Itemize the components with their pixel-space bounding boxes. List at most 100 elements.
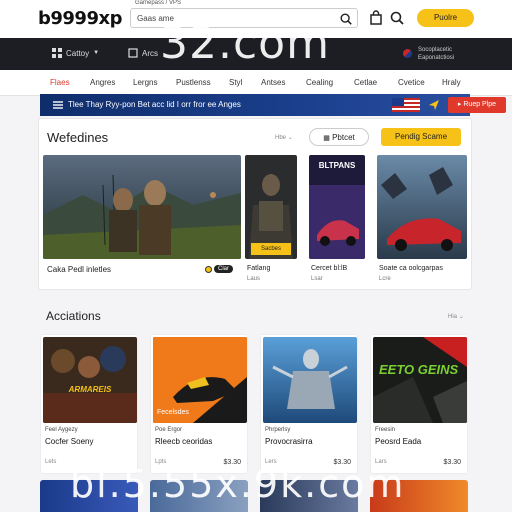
game-art-image <box>263 337 357 423</box>
category-label: Cattoy <box>66 48 90 58</box>
game-card-1-rating: Lets <box>45 459 57 465</box>
featured-card-2-sub: Lsar <box>311 276 323 282</box>
category-bar: Cattoy ▼ Arcs Socoplacetic Eaponatctiosi <box>0 38 512 70</box>
search-box[interactable] <box>130 8 358 28</box>
search-area: Gamepass / VPS <box>130 0 360 34</box>
featured-main-rating: Clar <box>205 265 234 273</box>
tag-label: Sacbes <box>260 246 281 252</box>
game-art-image <box>373 337 467 423</box>
game-card-3-image <box>263 337 357 423</box>
game-card-4[interactable]: EETO GEINS Freesin Peosrd Eada Lars $3.3… <box>370 334 468 474</box>
game-card-3-rating: Lers <box>265 459 277 465</box>
nav-item-pustlenss[interactable]: Pustlenss <box>176 78 211 87</box>
nav-item-antses[interactable]: Antses <box>261 78 285 87</box>
nav-item-angres[interactable]: Angres <box>90 78 115 87</box>
featured-main-caption: Caka Pedl inletles <box>47 265 112 274</box>
featured-card-3-image[interactable] <box>377 155 467 259</box>
game-art-image <box>309 155 365 259</box>
featured-card-2-image[interactable]: BLTPANS <box>309 155 365 259</box>
chevron-down-icon: ▼ <box>93 50 100 56</box>
game-card-5-partial[interactable] <box>40 480 138 512</box>
account-line1: Socoplacetic <box>418 47 453 53</box>
account-info[interactable]: Socoplacetic Eaponatctiosi <box>418 46 454 62</box>
game-card-4-line2: Peosrd Eada <box>375 437 422 446</box>
top-bar: b9999xp Gamepass / VPS Puolre <box>0 0 512 38</box>
featured-sort[interactable]: Hbe ⌄ <box>275 134 293 141</box>
send-icon[interactable] <box>428 99 440 111</box>
grid-icon: ▦ <box>323 135 330 142</box>
flag-icon <box>392 98 420 112</box>
featured-card-3-sub: Lcre <box>379 276 391 282</box>
nav-item-lergns[interactable]: Lergns <box>133 78 157 87</box>
featured-section: Wefedines Hbe ⌄ ▦ Pbtcet Pendig Scame Ca… <box>38 118 472 290</box>
site-logo[interactable]: b9999xp <box>38 8 122 29</box>
arcs-menu[interactable]: Arcs <box>128 48 158 58</box>
promo-text: Tlee Thay Ryy-pon Bet acc lid I orr fror… <box>68 100 241 109</box>
game-card-7-partial[interactable] <box>260 480 358 512</box>
arcs-label: Arcs <box>142 48 158 58</box>
cta-button[interactable]: Puolre <box>417 9 474 27</box>
game-card-4-rating: Lars <box>375 459 387 465</box>
promo-banner[interactable]: Tlee Thay Ryy-pon Bet acc lid I orr fror… <box>40 94 506 116</box>
promo-button-label: Ruep Plpe <box>463 101 497 108</box>
coin-icon <box>205 265 212 273</box>
nav-item-cealing[interactable]: Cealing <box>306 78 333 87</box>
play-icon: ▸ <box>457 101 462 108</box>
game-card-2-image: Fecelsdes <box>153 337 247 423</box>
featured-title: Wefedines <box>47 130 109 145</box>
promo-button[interactable]: ▸ Ruep Plpe <box>448 97 506 113</box>
actions-title: Acciations <box>46 309 101 323</box>
featured-card-1-tag[interactable]: Sacbes <box>251 243 291 255</box>
nav-item-cvetice[interactable]: Cvetice <box>398 78 425 87</box>
game-art-image <box>377 155 467 259</box>
search-icon[interactable] <box>339 12 353 26</box>
game-card-6-partial[interactable] <box>150 480 248 512</box>
search-input[interactable] <box>137 12 327 25</box>
card-art-title: BLTPANS <box>318 161 356 170</box>
featured-card-1-image[interactable]: Sacbes <box>245 155 297 259</box>
nav-item-hraly[interactable]: Hraly <box>442 78 461 87</box>
search-label: Gamepass / VPS <box>135 0 182 6</box>
nav-item-styl[interactable]: Styl <box>229 78 242 87</box>
game-card-1-image: ARMAREIS <box>43 337 137 423</box>
featured-card-3-caption: Soate ca oolcgarpas <box>379 265 443 272</box>
game-card-4-price: $3.30 <box>443 459 461 466</box>
grid-icon <box>52 48 62 58</box>
actions-sort-label: Hia <box>448 314 458 320</box>
menu-icon <box>53 101 63 109</box>
featured-sort-label: Hbe <box>275 135 287 141</box>
featured-main-image[interactable] <box>43 155 241 259</box>
region-flag-icon[interactable] <box>403 49 412 58</box>
actions-sort[interactable]: Hia ⌄ <box>448 313 464 320</box>
game-card-4-line1: Freesin <box>375 427 396 433</box>
game-card-8-partial[interactable] <box>370 480 468 512</box>
featured-card-2-caption: Cercet bl:lB <box>311 265 348 272</box>
search-icon[interactable] <box>389 10 405 26</box>
game-art-image <box>43 155 241 259</box>
game-card-1-line1: Feel Aygezy <box>45 427 78 433</box>
featured-button-2[interactable]: Pendig Scame <box>381 128 461 146</box>
main-nav: Flaes Angres Lergns Pustlenss Styl Antse… <box>0 70 512 96</box>
card-art-title: ARMAREIS <box>68 385 112 394</box>
game-card-2-line2: Rleecb ceoridas <box>155 437 213 446</box>
account-line2: Eaponatctiosi <box>418 55 455 61</box>
game-card-2[interactable]: Fecelsdes Poe Ergor Rleecb ceoridas Lpts… <box>150 334 248 474</box>
game-card-1[interactable]: ARMAREIS Feel Aygezy Cocfer Soeny Lets <box>40 334 138 474</box>
game-card-4-image: EETO GEINS <box>373 337 467 423</box>
rating-badge: Clar <box>214 265 234 273</box>
game-card-3-line2: Provocrasirra <box>265 437 313 446</box>
cart-icon[interactable] <box>368 10 384 26</box>
game-art-image <box>43 337 137 423</box>
category-menu[interactable]: Cattoy ▼ <box>52 48 99 58</box>
game-card-3-line1: Phrperlsy <box>265 427 291 433</box>
card-art-title: Fecelsdes <box>157 409 189 416</box>
nav-item-cetlae[interactable]: Cetlae <box>354 78 377 87</box>
game-card-2-rating: Lpts <box>155 459 167 465</box>
featured-card-1-caption: Fatlang <box>247 265 271 272</box>
chevron-down-icon: ⌄ <box>287 135 293 141</box>
featured-button-1[interactable]: ▦ Pbtcet <box>309 128 369 146</box>
game-card-3[interactable]: Phrperlsy Provocrasirra Lers $3.30 <box>260 334 358 474</box>
game-card-3-price: $3.30 <box>333 459 351 466</box>
nav-item-flaes[interactable]: Flaes <box>50 78 70 87</box>
card-art-title: EETO GEINS <box>379 362 459 377</box>
